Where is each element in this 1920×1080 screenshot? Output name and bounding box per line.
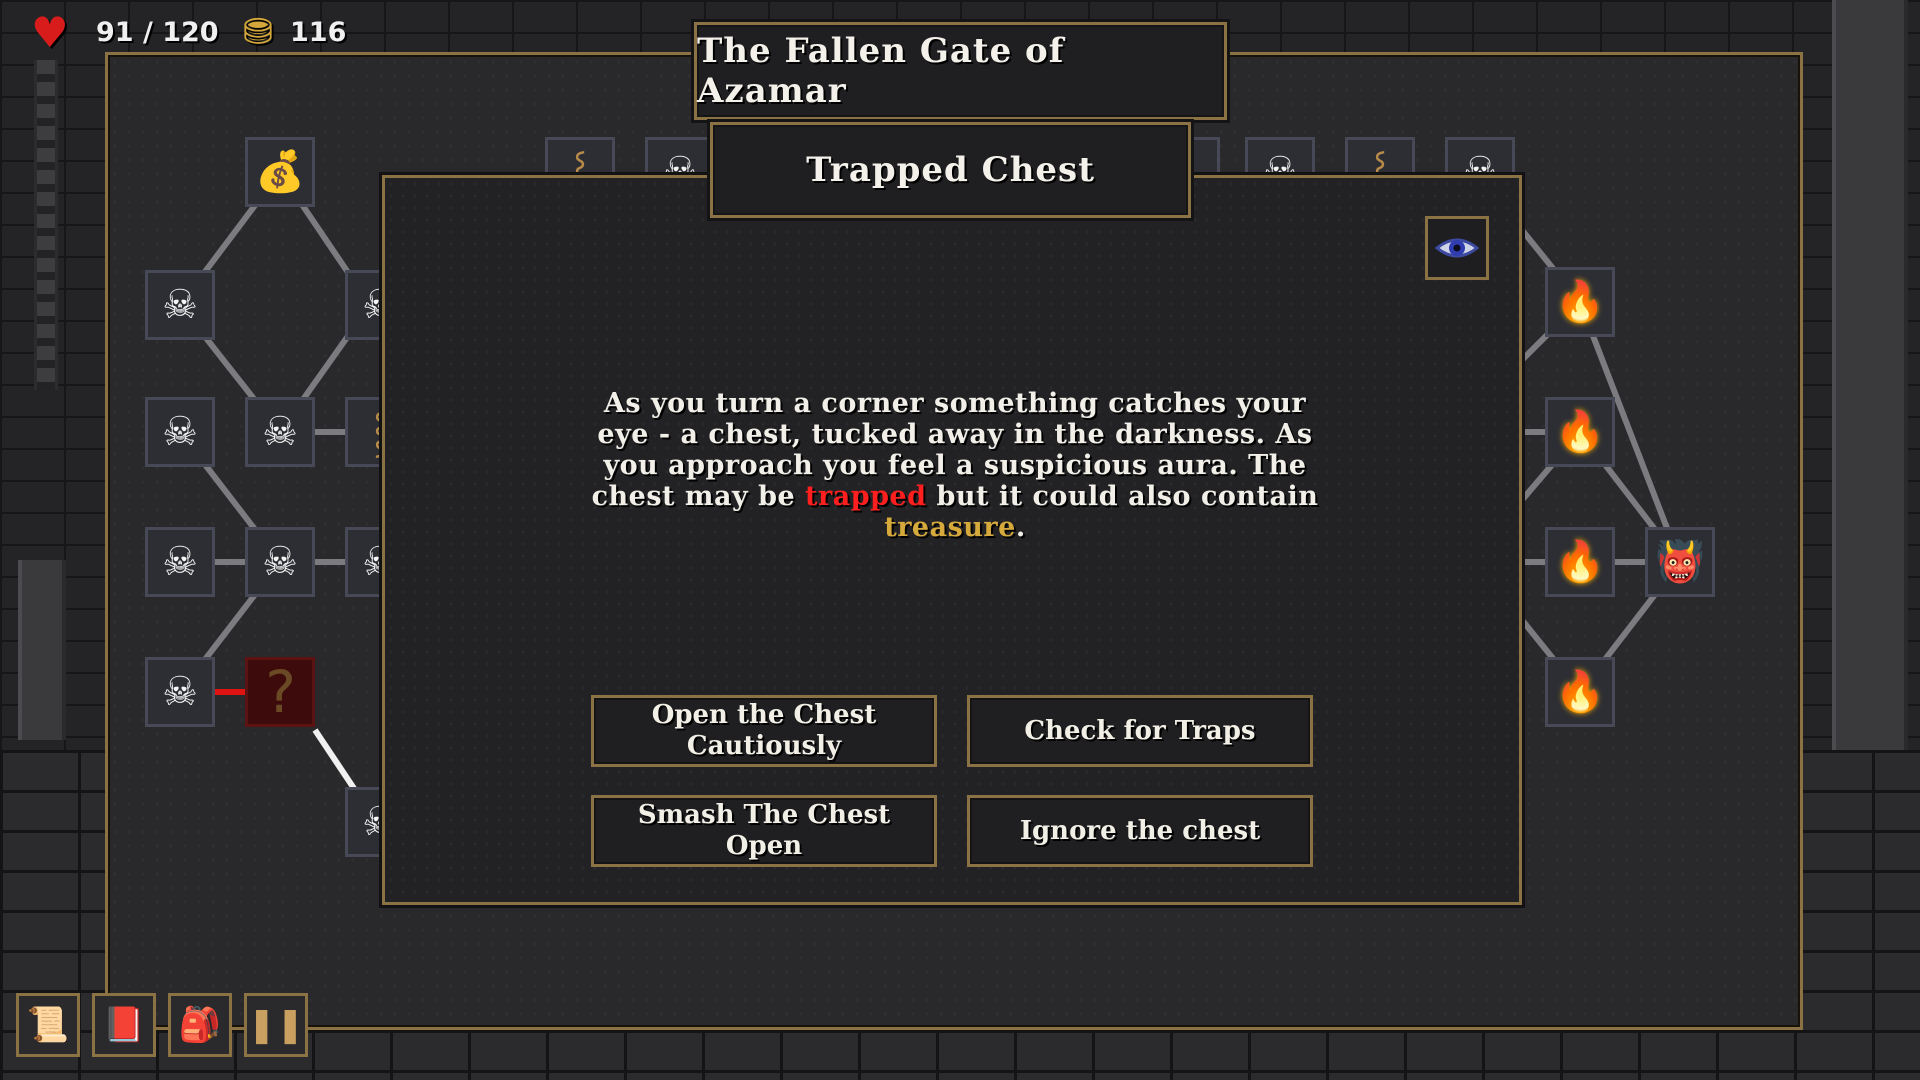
pause-button[interactable]: ❚❚: [244, 993, 308, 1057]
status-hud: ♥ 91 / 120 ⛃ 116: [22, 7, 347, 57]
treasure-bag-icon: 💰: [255, 149, 305, 195]
map-node-treasure-bag[interactable]: 💰: [245, 137, 315, 207]
hp-counter: 91 / 120: [96, 16, 219, 48]
quest-log-button[interactable]: 📜: [16, 993, 80, 1057]
spellbook-button[interactable]: 📕: [92, 993, 156, 1057]
map-node-enemy[interactable]: ☠: [145, 270, 215, 340]
map-node-campfire[interactable]: 🔥: [1545, 267, 1615, 337]
bottom-toolbar: 📜 📕 🎒 ❚❚: [16, 993, 308, 1057]
inventory-button[interactable]: 🎒: [168, 993, 232, 1057]
map-node-enemy[interactable]: ☠: [245, 527, 315, 597]
campfire-icon: 🔥: [1555, 409, 1605, 455]
backpack-icon: 🎒: [178, 1005, 222, 1045]
map-node-current-unknown[interactable]: ?: [245, 657, 315, 727]
map-node-enemy[interactable]: ☠: [145, 657, 215, 727]
campfire-icon: 🔥: [1555, 539, 1605, 585]
skull-icon: ☠: [162, 409, 198, 455]
map-node-boss[interactable]: 👹: [1645, 527, 1715, 597]
skull-icon: ☠: [262, 409, 298, 455]
gold-counter: 116: [290, 16, 347, 48]
map-node-enemy[interactable]: ☠: [145, 527, 215, 597]
scroll-icon: 📜: [26, 1005, 70, 1045]
skull-icon: ☠: [162, 282, 198, 328]
event-text-part2: but it could also contain: [926, 481, 1319, 512]
game-screen: 💰 ☠ ☠ ☠ ☠ ⸾ ☠ ☠ ☠ ☠ ? ☠ ⸾ ☠ ⸾ ☠ ⸾ ☠ 🔥 🔥 …: [0, 0, 1920, 1080]
keyword-trapped: trapped: [805, 481, 927, 512]
event-text-part3: .: [1015, 512, 1026, 543]
event-description: As you turn a corner something catches y…: [575, 388, 1335, 543]
map-node-enemy[interactable]: ☠: [245, 397, 315, 467]
keyword-treasure: treasure: [884, 512, 1016, 543]
campfire-icon: 🔥: [1555, 279, 1605, 325]
event-dialog: As you turn a corner something catches y…: [382, 175, 1522, 905]
campfire-icon: 🔥: [1555, 669, 1605, 715]
map-title: The Fallen Gate of Azamar: [694, 22, 1227, 120]
ignore-chest-button[interactable]: Ignore the chest: [967, 795, 1313, 867]
demon-boss-icon: 👹: [1655, 539, 1705, 585]
map-node-enemy[interactable]: ☠: [145, 397, 215, 467]
question-mark-icon: ?: [262, 658, 298, 726]
skull-icon: ☠: [162, 539, 198, 585]
pause-icon: ❚❚: [247, 1005, 305, 1045]
next-path: [312, 728, 358, 792]
event-title: Trapped Chest: [710, 122, 1191, 218]
skull-icon: ☠: [262, 539, 298, 585]
open-chest-cautiously-button[interactable]: Open the Chest Cautiously: [591, 695, 937, 767]
gold-coins-icon: ⛃: [242, 11, 274, 53]
map-node-campfire[interactable]: 🔥: [1545, 397, 1615, 467]
check-for-traps-button[interactable]: Check for Traps: [967, 695, 1313, 767]
spellbook-icon: 📕: [102, 1005, 146, 1045]
map-node-campfire[interactable]: 🔥: [1545, 657, 1615, 727]
map-node-campfire[interactable]: 🔥: [1545, 527, 1615, 597]
inspect-button[interactable]: [1425, 216, 1489, 280]
skull-icon: ☠: [162, 669, 198, 715]
eye-icon: [1435, 238, 1479, 258]
smash-chest-open-button[interactable]: Smash The Chest Open: [591, 795, 937, 867]
heart-icon: ♥: [31, 7, 69, 57]
